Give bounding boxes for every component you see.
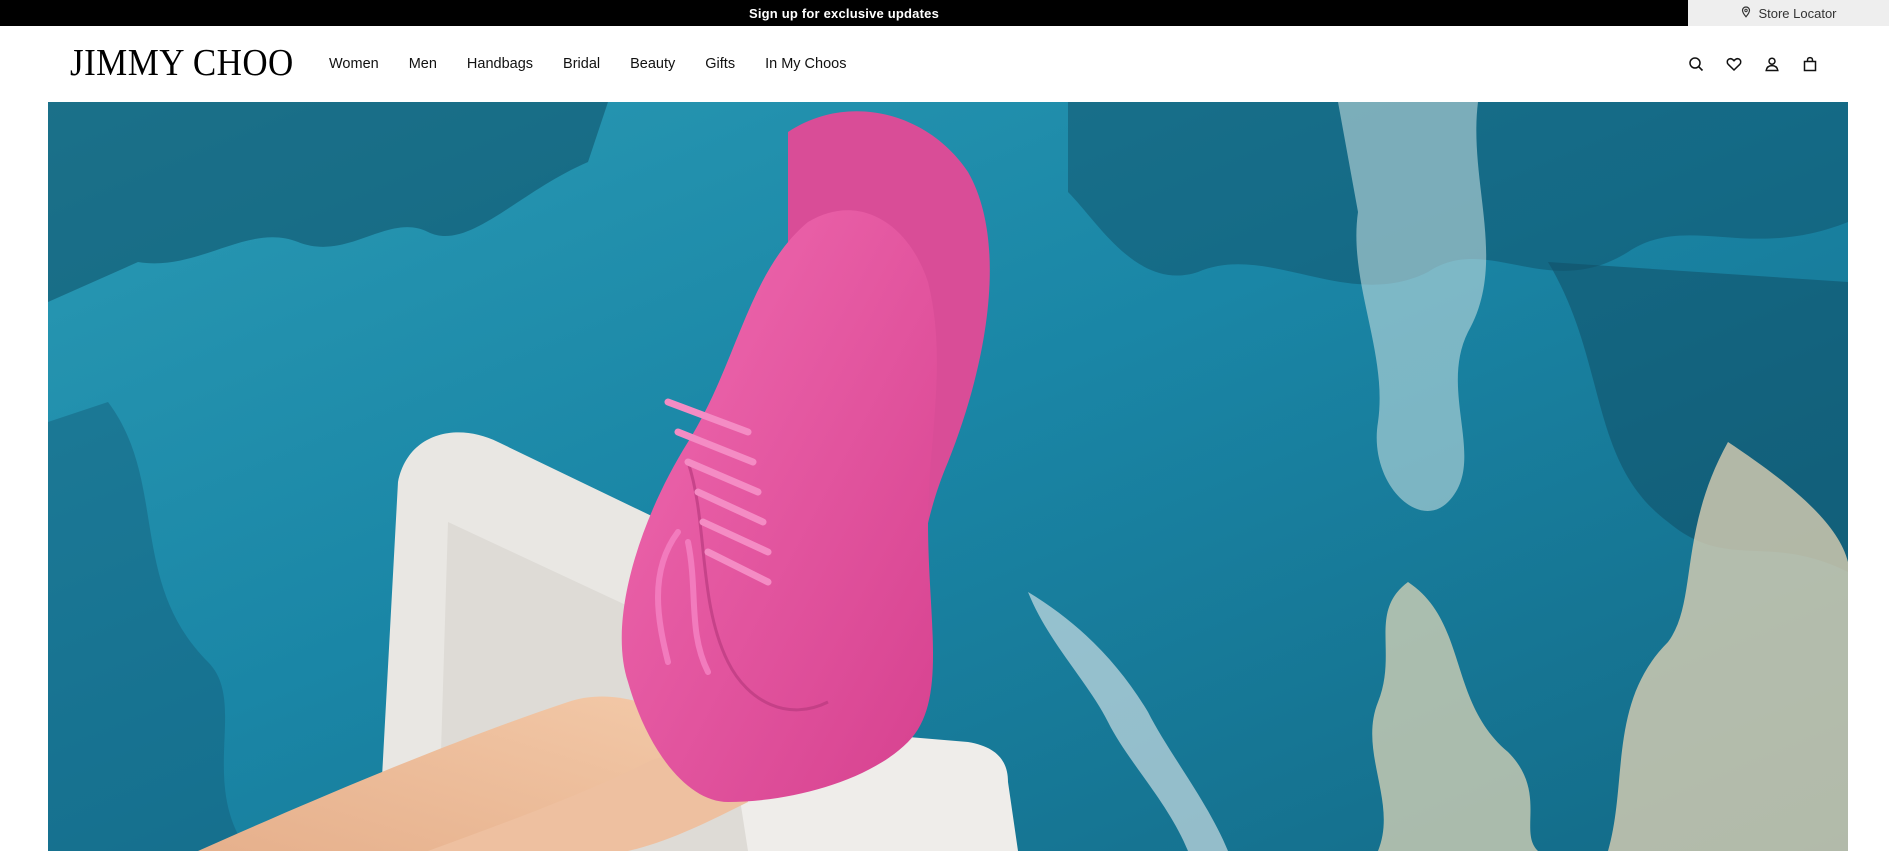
nav-item-bridal[interactable]: Bridal: [563, 56, 600, 72]
main-nav: Women Men Handbags Bridal Beauty Gifts I…: [329, 26, 846, 102]
nav-item-beauty[interactable]: Beauty: [630, 56, 675, 72]
account-icon[interactable]: [1763, 55, 1781, 73]
store-locator-link[interactable]: Store Locator: [1688, 0, 1889, 26]
promo-signup-link[interactable]: Sign up for exclusive updates: [0, 0, 1688, 26]
hero-banner[interactable]: [48, 102, 1848, 851]
nav-item-women[interactable]: Women: [329, 56, 379, 72]
search-icon[interactable]: [1687, 55, 1705, 73]
location-pin-icon: [1740, 5, 1752, 21]
store-locator-label: Store Locator: [1758, 5, 1837, 21]
brand-logo[interactable]: JIMMY CHOO: [70, 44, 294, 82]
nav-item-gifts[interactable]: Gifts: [705, 56, 735, 72]
top-bar: Sign up for exclusive updates Store Loca…: [0, 0, 1889, 26]
bag-icon[interactable]: [1801, 55, 1819, 73]
site-header: JIMMY CHOO Women Men Handbags Bridal Bea…: [0, 26, 1889, 102]
header-icons: [1687, 26, 1819, 102]
nav-item-handbags[interactable]: Handbags: [467, 56, 533, 72]
nav-item-in-my-choos[interactable]: In My Choos: [765, 56, 846, 72]
heart-icon[interactable]: [1725, 55, 1743, 73]
hero-image: [48, 102, 1848, 851]
nav-item-men[interactable]: Men: [409, 56, 437, 72]
